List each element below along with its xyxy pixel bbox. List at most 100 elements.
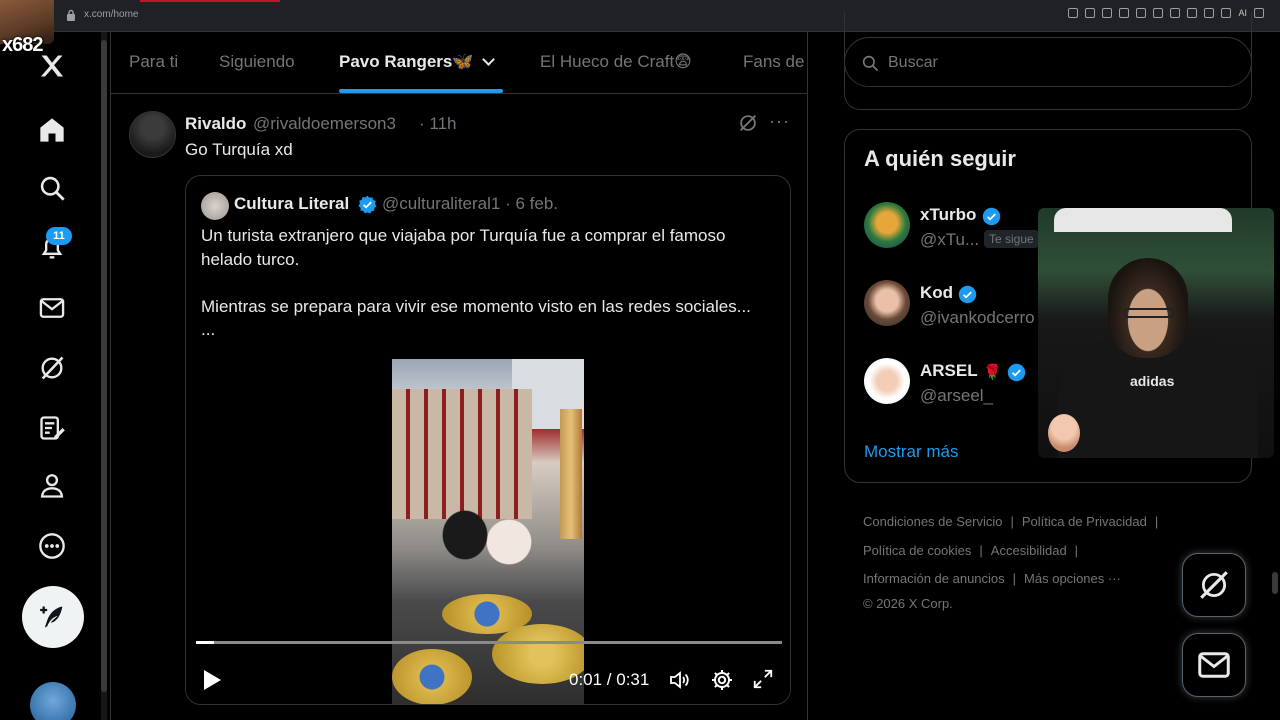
- search-icon: [862, 55, 879, 72]
- compose-post-button[interactable]: [22, 586, 84, 648]
- user-handle[interactable]: @ivankodcerro: [920, 308, 1035, 328]
- avatar[interactable]: [864, 202, 910, 248]
- verified-badge-icon: [982, 207, 1001, 226]
- avatar[interactable]: [864, 280, 910, 326]
- quoted-text-ellipsis: ...: [201, 320, 216, 339]
- footer-link-privacy[interactable]: Política de Privacidad: [1022, 514, 1147, 529]
- sticker-character: [1048, 414, 1080, 452]
- feather-plus-icon: [40, 606, 63, 628]
- more-circle-icon[interactable]: [36, 530, 68, 562]
- quoted-tweet[interactable]: Cultura Literal @culturaliteral1 · 6 feb…: [185, 175, 791, 705]
- video-progress-bar[interactable]: [196, 641, 782, 644]
- footer-link-cookies[interactable]: Política de cookies: [863, 543, 971, 558]
- footer-separator: |: [979, 542, 983, 558]
- tweet-author-handle[interactable]: @rivaldoemerson3: [253, 114, 396, 134]
- video-player[interactable]: 0:01 / 0:31: [186, 359, 790, 704]
- quoted-author-avatar: [201, 192, 229, 220]
- address-bar[interactable]: x.com/home: [84, 9, 138, 20]
- footer-link-accessibility[interactable]: Accesibilidad: [991, 543, 1067, 558]
- quoted-author-name: Cultura Literal: [234, 194, 350, 213]
- quoted-text-line: Mientras se prepara para vivir ese momen…: [201, 296, 751, 316]
- settings-gear-icon[interactable]: [710, 668, 734, 692]
- lock-icon: [67, 9, 75, 21]
- quoted-author-handle: @culturaliteral1 · 6 feb.: [382, 194, 559, 213]
- left-sidebar: 11: [0, 32, 104, 720]
- quoted-text-line: Un turista extranjero que viajaba por Tu…: [201, 226, 726, 269]
- video-frame[interactable]: [392, 359, 584, 704]
- user-name[interactable]: ARSEL: [920, 361, 978, 381]
- footer-link-terms[interactable]: Condiciones de Servicio: [863, 514, 1002, 529]
- account-avatar[interactable]: [30, 682, 76, 720]
- timeline: Para ti Siguiendo Pavo Rangers🦋 El Hueco…: [110, 32, 808, 720]
- search-placeholder: Buscar: [888, 54, 938, 71]
- active-tab-indicator: [339, 89, 503, 93]
- tab-label: Pavo Rangers🦋: [339, 52, 474, 71]
- footer-link-ads-info[interactable]: Información de anuncios: [863, 571, 1005, 586]
- explore-search-icon[interactable]: [36, 172, 68, 204]
- lists-icon[interactable]: [36, 412, 68, 444]
- screen: x.com/home AI 11 x682 Para ti Siguiendo …: [0, 0, 1280, 720]
- grok-icon[interactable]: [36, 352, 68, 384]
- user-handle[interactable]: @arseel_: [920, 386, 993, 406]
- footer-links: Condiciones de Servicio | Política de Priv…: [863, 508, 1233, 614]
- more-options-icon[interactable]: ···: [769, 111, 790, 132]
- tab-indicator: [140, 0, 280, 2]
- tab-hueco-de-craft[interactable]: El Hueco de Craft😨: [540, 52, 692, 72]
- verified-badge-icon: [1007, 363, 1026, 382]
- grok-icon[interactable]: [737, 112, 759, 134]
- tweet-text: Go Turquía xd: [185, 140, 293, 159]
- video-ice-cream-tub: [392, 649, 472, 704]
- footer-separator: |: [1012, 571, 1017, 586]
- tweet-author-avatar[interactable]: [129, 111, 176, 158]
- user-handle[interactable]: @xTu...: [920, 230, 979, 250]
- video-progress-fill: [196, 641, 214, 644]
- menu-icon[interactable]: [1254, 8, 1264, 18]
- tab-siguiendo[interactable]: Siguiendo: [219, 52, 295, 72]
- webcam-glasses: [1124, 308, 1174, 318]
- sidebar-scrollbar[interactable]: [101, 32, 107, 720]
- timeline-tabs: Para ti Siguiendo Pavo Rangers🦋 El Hueco…: [111, 32, 807, 94]
- tweet-timestamp[interactable]: · 11h: [419, 114, 457, 134]
- video-ice-cream-cone: [560, 409, 582, 539]
- footer-separator: |: [1154, 514, 1159, 529]
- tab-para-ti[interactable]: Para ti: [129, 52, 178, 72]
- tweet-author-name[interactable]: Rivaldo: [185, 114, 246, 134]
- scrollbar-thumb[interactable]: [101, 40, 107, 692]
- verified-badge-icon: [958, 285, 977, 304]
- footer-copyright: © 2026 X Corp.: [863, 595, 953, 611]
- show-more-link[interactable]: Mostrar más: [864, 442, 958, 462]
- tab-fans-de[interactable]: Fans de: [743, 52, 804, 72]
- shirt-logo: adidas: [1130, 373, 1175, 389]
- video-time: 0:01 / 0:31: [569, 670, 650, 689]
- messages-envelope-icon[interactable]: [36, 292, 68, 324]
- grok-icon: [1200, 571, 1228, 599]
- footer-separator: |: [1074, 542, 1079, 558]
- tweet[interactable]: Rivaldo @rivaldoemerson3 · 11h ··· Go Tu…: [111, 95, 807, 720]
- footer-separator: |: [1010, 514, 1014, 529]
- follows-you-badge: Te sigue: [984, 230, 1039, 248]
- fullscreen-icon[interactable]: [752, 668, 774, 690]
- volume-icon[interactable]: [668, 668, 692, 692]
- footer-link-more-options[interactable]: Más opciones ···: [1024, 571, 1121, 586]
- home-icon[interactable]: [36, 114, 68, 146]
- avatar[interactable]: [864, 358, 910, 404]
- verified-badge-icon: [358, 195, 377, 214]
- page-scrollbar-thumb[interactable]: [1272, 572, 1278, 594]
- tab-pavo-rangers[interactable]: Pavo Rangers🦋: [339, 52, 495, 72]
- who-to-follow-title: A quién seguir: [864, 146, 1016, 171]
- user-name[interactable]: Kod: [920, 283, 953, 303]
- search-input[interactable]: Buscar: [844, 37, 1252, 87]
- profile-person-icon[interactable]: [36, 470, 68, 502]
- notifications-badge: 11: [46, 227, 72, 245]
- envelope-icon: [1198, 652, 1230, 678]
- messages-floating-button[interactable]: [1182, 633, 1246, 697]
- play-icon[interactable]: [202, 669, 222, 691]
- rose-emoji: 🌹: [983, 364, 1002, 381]
- quoted-text: Un turista extranjero que viajaba por Tu…: [201, 224, 781, 342]
- user-name[interactable]: xTurbo: [920, 205, 976, 225]
- chevron-down-icon[interactable]: [481, 53, 495, 66]
- hover-card: [1054, 208, 1232, 232]
- grok-floating-button[interactable]: [1182, 553, 1246, 617]
- url-text: x.com/home: [84, 9, 139, 20]
- stream-overlay-tag: x682: [2, 34, 43, 56]
